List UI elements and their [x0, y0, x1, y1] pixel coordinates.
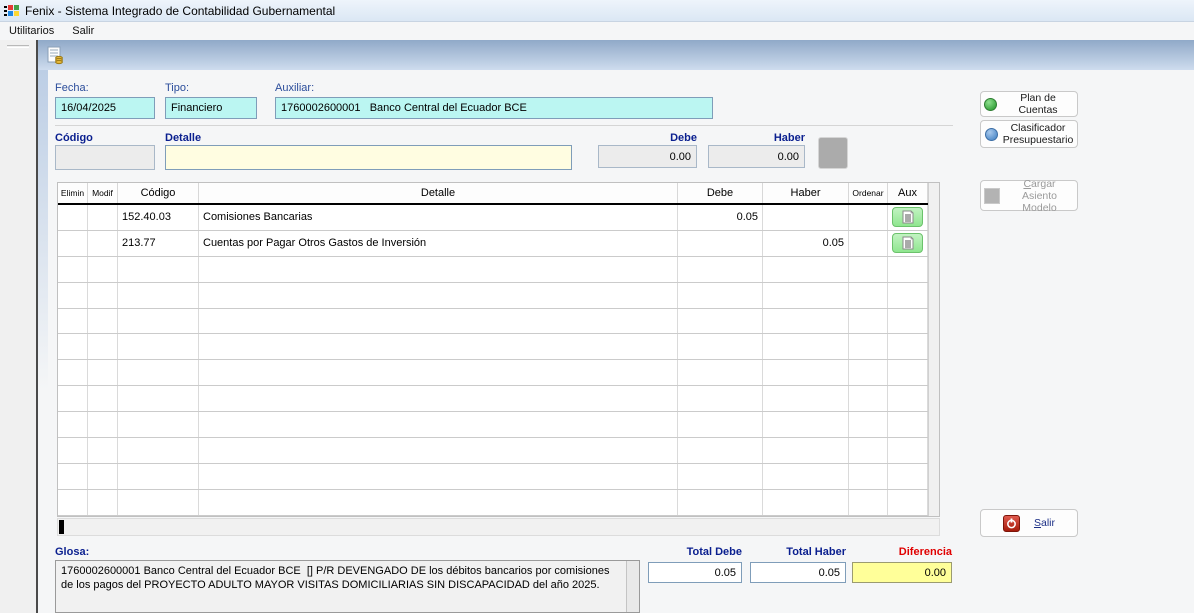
col-header-debe[interactable]: Debe [678, 183, 763, 203]
codigo-label: Código [55, 132, 93, 144]
app-window-icon [4, 4, 20, 18]
salir-button[interactable]: Salir [980, 509, 1078, 537]
glosa-scrollbar[interactable] [626, 561, 639, 612]
auxiliar-label: Auxiliar: [275, 82, 314, 94]
section-divider [55, 125, 953, 126]
col-header-codigo[interactable]: Código [118, 183, 199, 203]
power-icon [1003, 515, 1020, 532]
entries-grid: Elimin Modif Código Detalle Debe Haber O… [57, 182, 940, 517]
grid-vertical-scrollbar[interactable] [928, 183, 939, 516]
panel-grip-handle[interactable] [7, 45, 29, 48]
detalle-label: Detalle [165, 132, 201, 144]
menu-bar: Utilitarios Salir [0, 22, 1194, 40]
col-header-aux[interactable]: Aux [888, 183, 928, 203]
col-header-ordenar[interactable]: Ordenar [849, 183, 888, 203]
add-entry-button[interactable] [818, 137, 848, 169]
green-sphere-icon [984, 98, 997, 111]
col-header-detalle[interactable]: Detalle [199, 183, 678, 203]
table-row [58, 464, 928, 490]
codigo-input[interactable] [55, 145, 155, 170]
table-row [58, 490, 928, 516]
table-row [58, 412, 928, 438]
total-debe-field: 0.05 [648, 562, 742, 583]
glosa-label: Glosa: [55, 546, 89, 558]
table-row[interactable]: 213.77Cuentas por Pagar Otros Gastos de … [58, 231, 928, 257]
haber-label: Haber [708, 132, 805, 144]
left-collapsed-panel[interactable] [0, 40, 36, 613]
fecha-label: Fecha: [55, 82, 89, 94]
col-header-haber[interactable]: Haber [763, 183, 849, 203]
detalle-input[interactable] [165, 145, 572, 170]
scrollbar-thumb[interactable] [59, 520, 64, 534]
aux-document-button[interactable] [892, 207, 923, 227]
table-row [58, 360, 928, 386]
table-row [58, 283, 928, 309]
grid-header: Elimin Modif Código Detalle Debe Haber O… [58, 183, 928, 205]
table-row [58, 386, 928, 412]
tipo-label: Tipo: [165, 82, 189, 94]
table-row [58, 309, 928, 335]
grid-horizontal-scrollbar[interactable] [57, 518, 940, 536]
col-header-modif[interactable]: Modif [88, 183, 118, 203]
table-row [58, 334, 928, 360]
title-bar: Fenix - Sistema Integrado de Contabilida… [0, 0, 1194, 22]
diferencia-field: 0.00 [852, 562, 952, 583]
table-row [58, 257, 928, 283]
toolbar-band [38, 40, 1194, 70]
window-title: Fenix - Sistema Integrado de Contabilida… [25, 4, 335, 18]
aux-document-button[interactable] [892, 233, 923, 253]
glosa-textarea[interactable]: 1760002600001 Banco Central del Ecuador … [55, 560, 640, 613]
blue-sphere-icon [985, 128, 998, 141]
tipo-field[interactable]: Financiero [165, 97, 257, 119]
table-row[interactable]: 152.40.03Comisiones Bancarias0.05 [58, 205, 928, 231]
diferencia-label: Diferencia [852, 546, 952, 558]
table-row [58, 438, 928, 464]
glosa-text: 1760002600001 Banco Central del Ecuador … [56, 561, 626, 612]
salir-label: Salir [1034, 517, 1055, 529]
plan-de-cuentas-label: Plan de Cuentas [1002, 92, 1074, 116]
plan-de-cuentas-button[interactable]: Plan de Cuentas [980, 91, 1078, 117]
fecha-field[interactable]: 16/04/2025 [55, 97, 155, 119]
debe-label: Debe [598, 132, 697, 144]
left-fade-decor [38, 70, 48, 390]
auxiliar-field[interactable]: 1760002600001 Banco Central del Ecuador … [275, 97, 713, 119]
total-haber-label: Total Haber [750, 546, 846, 558]
total-haber-field: 0.05 [750, 562, 846, 583]
ledger-document-icon[interactable] [46, 46, 65, 70]
grid-body: 152.40.03Comisiones Bancarias0.05213.77C… [58, 205, 928, 516]
col-header-elimin[interactable]: Elimin [58, 183, 88, 203]
menu-salir[interactable]: Salir [63, 24, 103, 38]
debe-input[interactable]: 0.00 [598, 145, 697, 168]
cargar-asiento-modelo-button[interactable]: Cargar Asiento Modelo [980, 180, 1078, 211]
gray-square-icon [984, 188, 1000, 204]
clasificador-label: Clasificador Presupuestario [1003, 122, 1074, 146]
clasificador-presupuestario-button[interactable]: Clasificador Presupuestario [980, 120, 1078, 148]
cargar-label: Cargar Asiento Modelo [1005, 178, 1074, 214]
haber-input[interactable]: 0.00 [708, 145, 805, 168]
main-form: Fecha: 16/04/2025 Tipo: Financiero Auxil… [36, 40, 1194, 613]
menu-utilitarios[interactable]: Utilitarios [0, 24, 63, 38]
total-debe-label: Total Debe [648, 546, 742, 558]
